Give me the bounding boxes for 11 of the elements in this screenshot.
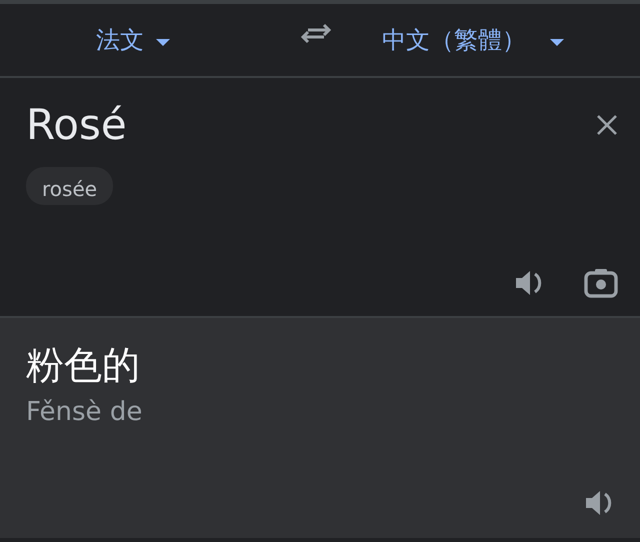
- caret-icon: [550, 39, 564, 47]
- swap-icon[interactable]: [300, 22, 332, 46]
- camera-icon[interactable]: [584, 268, 618, 298]
- close-icon[interactable]: [596, 114, 618, 136]
- source-language-button[interactable]: 法文: [96, 24, 170, 56]
- romanization-text: Fěnsè de: [26, 397, 144, 427]
- target-language-button[interactable]: 中文（繁體）: [382, 24, 564, 56]
- translation-text: 粉色的: [26, 342, 141, 389]
- source-text[interactable]: Rosé: [26, 100, 127, 149]
- caret-icon: [156, 39, 170, 47]
- suggestion-chip[interactable]: rosée: [26, 167, 114, 205]
